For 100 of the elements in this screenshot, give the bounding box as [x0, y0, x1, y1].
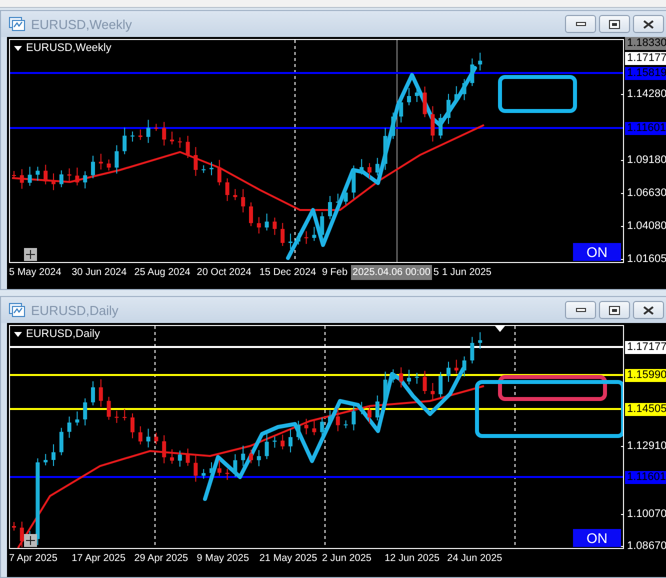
candle [44, 164, 48, 185]
candle [178, 136, 182, 148]
plus-icon [26, 250, 35, 259]
candle [470, 58, 474, 87]
plus-button[interactable] [24, 534, 37, 547]
candle [422, 86, 427, 118]
candle [233, 188, 238, 201]
minimize-icon [576, 22, 586, 26]
candle [446, 361, 450, 382]
candle [36, 166, 40, 182]
candle [52, 444, 56, 466]
candle [383, 371, 388, 408]
close-button[interactable] [633, 301, 664, 319]
candle [288, 233, 292, 250]
candle [249, 202, 253, 227]
candle [154, 123, 158, 132]
candle [210, 161, 214, 176]
dropdown-triangle-icon[interactable] [14, 332, 22, 336]
candle [414, 372, 419, 384]
candle [478, 52, 482, 71]
candle [328, 410, 332, 426]
time-label: 24 Jun 2025 [447, 552, 504, 566]
status-badge: ON [573, 243, 621, 261]
crosshair-time-label: 2025.04.06 00:00 [350, 264, 432, 280]
candle [28, 166, 32, 186]
candle [272, 436, 277, 448]
candle [67, 168, 72, 182]
dropdown-triangle-icon[interactable] [14, 46, 22, 50]
candle [414, 88, 419, 103]
price-label: 1.17177 [625, 52, 666, 65]
candle [75, 167, 80, 186]
candle [162, 434, 166, 464]
restore-icon [609, 20, 620, 28]
candle [59, 170, 64, 188]
candle [304, 230, 308, 244]
price-label: 1.09180 [626, 154, 666, 167]
minimize-button[interactable] [565, 15, 596, 33]
price-label: 1.12910 [626, 440, 666, 453]
restore-icon [609, 306, 620, 314]
candle [186, 448, 190, 466]
candle [320, 417, 324, 439]
symbol-label: EURUSD,Daily [26, 328, 100, 340]
candle [399, 366, 404, 388]
price-label: 1.15819 [625, 67, 666, 80]
candle [407, 369, 411, 385]
candle [360, 401, 364, 415]
time-label: 2 Jun 2025 [322, 552, 372, 566]
time-label: 5 May 2024 [9, 266, 62, 280]
close-icon [643, 20, 654, 28]
candle [478, 332, 482, 350]
candle [352, 165, 356, 200]
candle [130, 412, 134, 439]
price-label: 1.15990 [625, 369, 666, 382]
candle [454, 86, 458, 104]
candle [344, 188, 348, 206]
candle [83, 170, 88, 189]
minimize-button[interactable] [565, 301, 596, 319]
candle [312, 226, 316, 242]
candle [210, 462, 214, 480]
candle [98, 153, 103, 170]
chart-icon [9, 17, 25, 31]
plus-button[interactable] [24, 248, 37, 261]
candle [67, 416, 72, 438]
status-badge: ON [573, 529, 621, 547]
candle [407, 88, 411, 106]
candle [12, 522, 16, 532]
candle [312, 420, 316, 436]
time-label: 7 Apr 2025 [9, 552, 58, 566]
candle [272, 217, 277, 236]
candle [375, 157, 380, 176]
time-label: 15 Dec 2024 [259, 266, 318, 280]
candle [52, 172, 56, 191]
candle [368, 162, 372, 180]
candle [264, 213, 269, 231]
time-label: 1 Jun 2025 [442, 266, 492, 280]
candle [59, 427, 64, 456]
candle [91, 380, 95, 406]
close-icon [643, 306, 654, 314]
price-label: 1.01605 [626, 253, 666, 266]
candle [233, 454, 238, 478]
candle [146, 428, 150, 448]
price-label: 1.11601 [625, 471, 666, 484]
time-label: 25 Aug 2024 [134, 266, 192, 280]
price-label: 1.11601 [625, 122, 666, 135]
time-label: 21 May 2025 [259, 552, 318, 566]
restore-button[interactable] [599, 15, 630, 33]
candle [328, 196, 332, 220]
price-label: 1.06630 [626, 187, 666, 200]
candle [114, 410, 119, 424]
candle [391, 112, 396, 140]
candle [20, 521, 24, 548]
candle [194, 146, 198, 176]
candle [162, 121, 166, 146]
candle [202, 468, 206, 480]
restore-button[interactable] [599, 301, 630, 319]
candle [83, 398, 88, 426]
close-button[interactable] [633, 15, 664, 33]
candle [20, 168, 24, 190]
candle [375, 395, 380, 421]
candle [98, 378, 103, 408]
